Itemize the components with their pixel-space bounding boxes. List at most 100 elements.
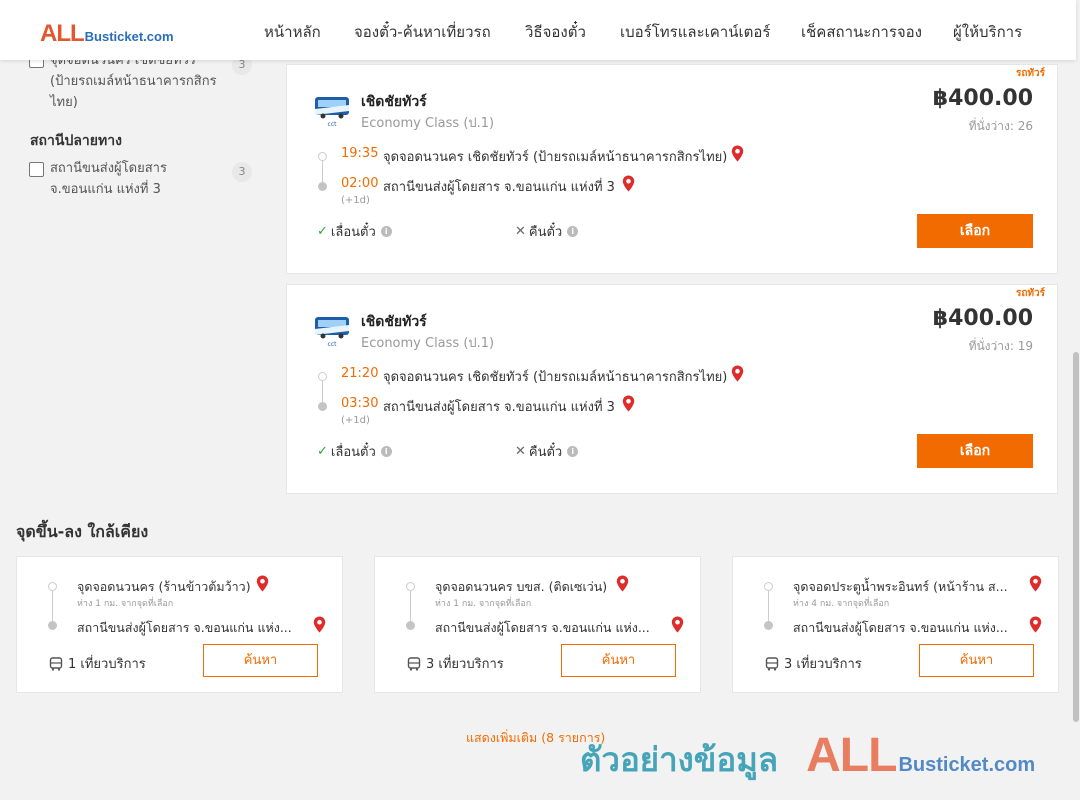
origin-filter-line-3: ไทย) [50, 95, 78, 110]
reschedule-label: เลื่อนตั๋ว [330, 225, 376, 240]
map-pin-icon[interactable] [616, 575, 629, 592]
next-day-note: (+1d) [341, 195, 370, 206]
origin-dot [406, 582, 415, 591]
origin-dot [764, 582, 773, 591]
nav-home[interactable]: หน้าหลัก [264, 20, 321, 44]
destination-filter-label: สถานีขนส่งผู้โดยสาร จ.ขอนแก่น แห่งที่ 3 [50, 158, 230, 200]
arrival-dot [318, 182, 327, 191]
nearby-trips-label: 1 เที่ยวบริการ [68, 657, 146, 672]
nearby-distance: ห่าง 1 กม. จากจุดที่เลือก [77, 599, 174, 609]
map-pin-icon[interactable] [622, 395, 635, 412]
map-pin-icon[interactable] [671, 616, 684, 633]
arrival-dot [318, 402, 327, 411]
destination-filter-checkbox[interactable] [29, 162, 44, 177]
nav-how-to-book[interactable]: วิธีจองตั๋ว [525, 20, 586, 44]
nearby-trips-label: 3 เที่ยวบริการ [784, 657, 862, 672]
ticket-price: ฿400.00 [932, 86, 1033, 111]
refund-policy: ✕ คืนตั๋ว i [515, 221, 579, 242]
bus-type-tag: รถทัวร์ [1015, 288, 1045, 299]
ticket-price: ฿400.00 [932, 306, 1033, 331]
seats-available: ที่นั่งว่าง: 26 [968, 119, 1033, 133]
nearby-trips: 3 เที่ยวบริการ [765, 653, 862, 674]
trip-card: รถทัวร์ cct เชิดชัยทัวร์ Economy Class (… [286, 284, 1058, 494]
bus-class: Economy Class (ป.1) [361, 116, 495, 131]
nearby-trips: 1 เที่ยวบริการ [49, 653, 146, 674]
timeline-line [52, 591, 53, 621]
nearby-destination: สถานีขนส่งผู้โดยสาร จ.ขอนแก่น แห่ง... [77, 620, 292, 635]
cross-icon: ✕ [515, 224, 526, 239]
departure-time: 19:35 [341, 146, 379, 161]
bus-type-tag: รถทัวร์ [1015, 68, 1045, 79]
origin-filter-line-2: (ป้ายรถเมล์หน้าธนาคารกสิกร [50, 74, 217, 89]
info-icon[interactable]: i [567, 446, 579, 457]
nearby-trips-label: 3 เที่ยวบริการ [426, 657, 504, 672]
nearby-trips: 3 เที่ยวบริการ [407, 653, 504, 674]
departure-time: 21:20 [341, 366, 379, 381]
destination-filter-heading: สถานีปลายทาง [30, 133, 122, 149]
map-pin-icon[interactable] [313, 616, 326, 633]
scrollbar-thumb[interactable] [1073, 352, 1079, 722]
destination-dot [48, 621, 57, 630]
info-icon[interactable]: i [380, 226, 392, 237]
nearby-destination: สถานีขนส่งผู้โดยสาร จ.ขอนแก่น แห่ง... [793, 620, 1008, 635]
nearby-stop-name: จุดจอดนวนคร (ร้านข้าวต้มว้าว) [77, 579, 251, 594]
reschedule-label: เลื่อนตั๋ว [330, 445, 376, 460]
map-pin-icon[interactable] [731, 365, 744, 382]
show-more-link[interactable]: แสดงเพิ่มเติม (8 รายการ) [466, 728, 605, 748]
map-pin-icon[interactable] [622, 175, 635, 192]
arrival-time: 03:30 [341, 396, 379, 411]
info-icon[interactable]: i [380, 446, 392, 457]
svg-text:cct: cct [328, 121, 338, 128]
timeline-line [322, 381, 323, 402]
timeline-line [322, 161, 323, 182]
nearby-stop-name: จุดจอดประตูน้ำพระอินทร์ (หน้าร้าน ส... [793, 579, 1008, 594]
select-trip-button[interactable]: เลือก [917, 214, 1033, 248]
next-day-note: (+1d) [341, 415, 370, 426]
nearby-search-button[interactable]: ค้นหา [919, 644, 1034, 677]
map-pin-icon[interactable] [256, 575, 269, 592]
destination-filter-line-1: สถานีขนส่งผู้โดยสาร [50, 161, 167, 176]
watermark-sample-text: ตัวอย่างข้อมูล [580, 740, 779, 779]
nearby-search-button[interactable]: ค้นหา [203, 644, 318, 677]
cross-icon: ✕ [515, 444, 526, 459]
map-pin-icon[interactable] [1029, 575, 1042, 592]
logo-text: Busticket.com [84, 29, 174, 44]
destination-filter-count: 3 [232, 162, 252, 182]
operator-logo-icon: cct [315, 97, 349, 128]
arrival-time: 02:00 [341, 176, 379, 191]
nav-operators[interactable]: ผู้ให้บริการ [953, 20, 1022, 44]
destination-dot [764, 621, 773, 630]
arrival-place: สถานีขนส่งผู้โดยสาร จ.ขอนแก่น แห่งที่ 3 [383, 180, 615, 195]
reschedule-policy: ✓ เลื่อนตั๋ว i [317, 221, 392, 242]
operator-name: เชิดชัยทัวร์ [361, 314, 427, 330]
nearby-destination: สถานีขนส่งผู้โดยสาร จ.ขอนแก่น แห่ง... [435, 620, 650, 635]
refund-label: คืนตั๋ว [528, 445, 563, 460]
site-header: ALL Busticket.com หน้าหลัก จองตั๋ว-ค้นหา… [0, 0, 1076, 60]
map-pin-icon[interactable] [731, 145, 744, 162]
nav-check-status[interactable]: เช็คสถานะการจอง [801, 20, 922, 44]
info-icon[interactable]: i [567, 226, 579, 237]
nearby-distance: ห่าง 4 กม. จากจุดที่เลือก [793, 599, 890, 609]
watermark-logo-text: Busticket.com [898, 754, 1036, 776]
watermark-logo-all: ALL [806, 729, 897, 782]
destination-dot [406, 621, 415, 630]
svg-text:cct: cct [328, 341, 338, 348]
nearby-card: จุดจอดนวนคร (ร้านข้าวต้มว้าว) ห่าง 1 กม.… [16, 556, 343, 693]
departure-dot [318, 152, 327, 161]
nearby-card: จุดจอดนวนคร บขส. (ติดเซเว่น) ห่าง 1 กม. … [374, 556, 701, 693]
trip-card: รถทัวร์ cct เชิดชัยทัวร์ Economy Class (… [286, 64, 1058, 274]
logo-all: ALL [40, 20, 85, 47]
destination-filter-line-2: จ.ขอนแก่น แห่งที่ 3 [50, 182, 161, 197]
select-trip-button[interactable]: เลือก [917, 434, 1033, 468]
nav-contact[interactable]: เบอร์โทรและเคาน์เตอร์ [620, 20, 770, 44]
nav-booking[interactable]: จองตั๋ว-ค้นหาเที่ยวรถ [354, 20, 491, 44]
timeline-line [768, 591, 769, 621]
bus-icon [407, 656, 421, 671]
origin-dot [48, 582, 57, 591]
site-logo[interactable]: ALL Busticket.com [40, 20, 174, 48]
reschedule-policy: ✓ เลื่อนตั๋ว i [317, 441, 392, 462]
map-pin-icon[interactable] [1029, 616, 1042, 633]
seats-available: ที่นั่งว่าง: 19 [968, 339, 1033, 353]
bus-icon [765, 656, 779, 671]
nearby-search-button[interactable]: ค้นหา [561, 644, 676, 677]
